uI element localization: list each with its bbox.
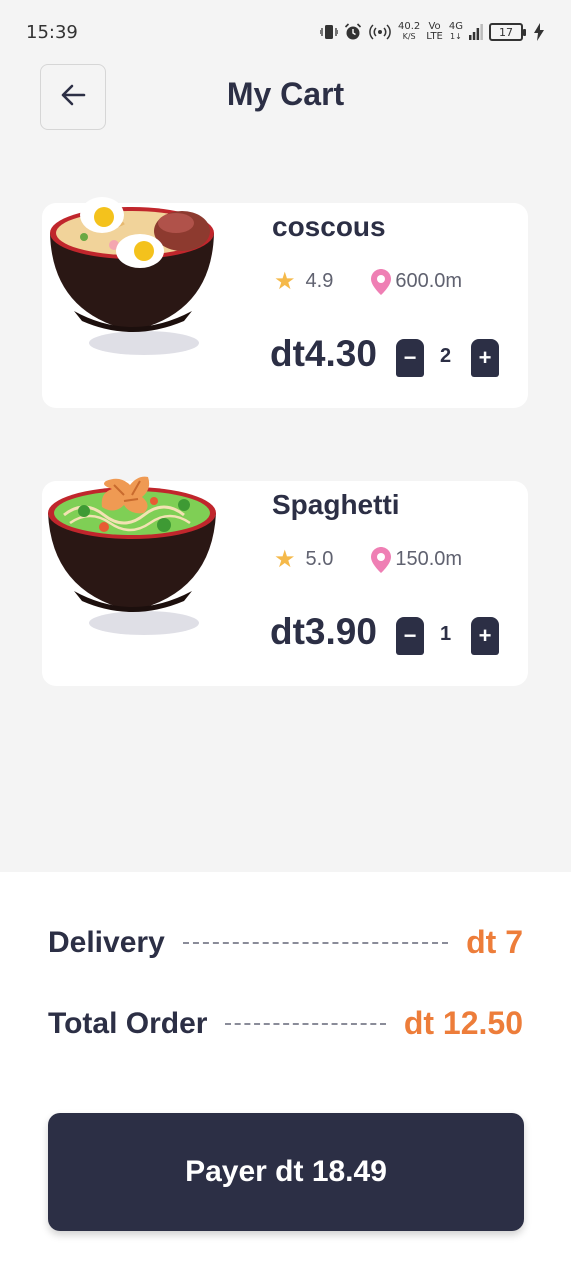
delivery-value: dt 7 [466, 924, 523, 960]
increase-quantity-button[interactable]: + [471, 617, 499, 655]
hotspot-icon [368, 23, 392, 41]
delivery-row: Delivery dt 7 [48, 924, 523, 961]
network-volte-bottom: LTE [426, 31, 443, 42]
total-row: Total Order dt 12.50 [48, 1005, 523, 1042]
network-4g: 4G 1↓ [449, 22, 463, 42]
item-rating: 5.0 [305, 548, 334, 570]
divider [225, 1022, 386, 1025]
location-pin-icon [371, 268, 392, 295]
page-title: My Cart [226, 76, 345, 112]
delivery-label: Delivery [48, 925, 165, 959]
location-pin-icon [371, 546, 392, 573]
item-quantity: 1 [440, 623, 452, 645]
pay-button[interactable]: Payer dt 18.49 [48, 1113, 524, 1231]
cart-item[interactable]: coscous ★ 4.9 600.0m dt4.30 − 2 + [42, 197, 528, 408]
minus-icon: − [403, 623, 417, 648]
total-value: dt 12.50 [403, 1005, 523, 1041]
item-name: coscous [272, 211, 386, 242]
status-bar: 15:39 40.2 K/S Vo LTE 4G 1↓ 17 [0, 0, 571, 64]
item-distance: 600.0m [395, 270, 463, 292]
net-speed: 40.2 K/S [398, 22, 420, 42]
item-rating: 4.9 [305, 270, 334, 292]
item-meta: ★ 5.0 150.0m [274, 545, 462, 574]
star-icon: ★ [274, 268, 296, 295]
network-volte: Vo LTE [426, 22, 443, 42]
item-quantity: 2 [440, 345, 452, 367]
divider [182, 941, 449, 944]
item-price: dt4.30 [270, 333, 377, 374]
signal-icon [469, 24, 483, 40]
network-4g-bottom: 1↓ [450, 32, 462, 41]
food-image [44, 193, 222, 363]
total-label: Total Order [48, 1006, 208, 1040]
increase-quantity-button[interactable]: + [471, 339, 499, 377]
item-price: dt3.90 [270, 611, 377, 652]
battery-icon: 17 [489, 23, 526, 41]
decrease-quantity-button[interactable]: − [396, 617, 424, 655]
network-4g-top: 4G [448, 21, 463, 32]
order-summary: Delivery dt 7 Total Order dt 12.50 Payer… [0, 872, 571, 1280]
net-speed-value: 40.2 [397, 21, 421, 32]
status-icons: 40.2 K/S Vo LTE 4G 1↓ 17 [319, 22, 545, 42]
item-distance: 150.0m [395, 548, 463, 570]
net-speed-unit: K/S [402, 32, 416, 41]
minus-icon: − [403, 345, 417, 370]
food-image [44, 471, 222, 641]
plus-icon: + [478, 623, 492, 648]
item-name: Spaghetti [272, 489, 400, 520]
vibrate-icon [319, 24, 338, 40]
charging-icon [533, 23, 545, 41]
cart-item[interactable]: Spaghetti ★ 5.0 150.0m dt3.90 − 1 + [42, 476, 528, 686]
item-meta: ★ 4.9 600.0m [274, 267, 462, 296]
status-time: 15:39 [26, 21, 78, 43]
alarm-icon [344, 23, 362, 41]
decrease-quantity-button[interactable]: − [396, 339, 424, 377]
star-icon: ★ [274, 546, 296, 573]
plus-icon: + [478, 345, 492, 370]
